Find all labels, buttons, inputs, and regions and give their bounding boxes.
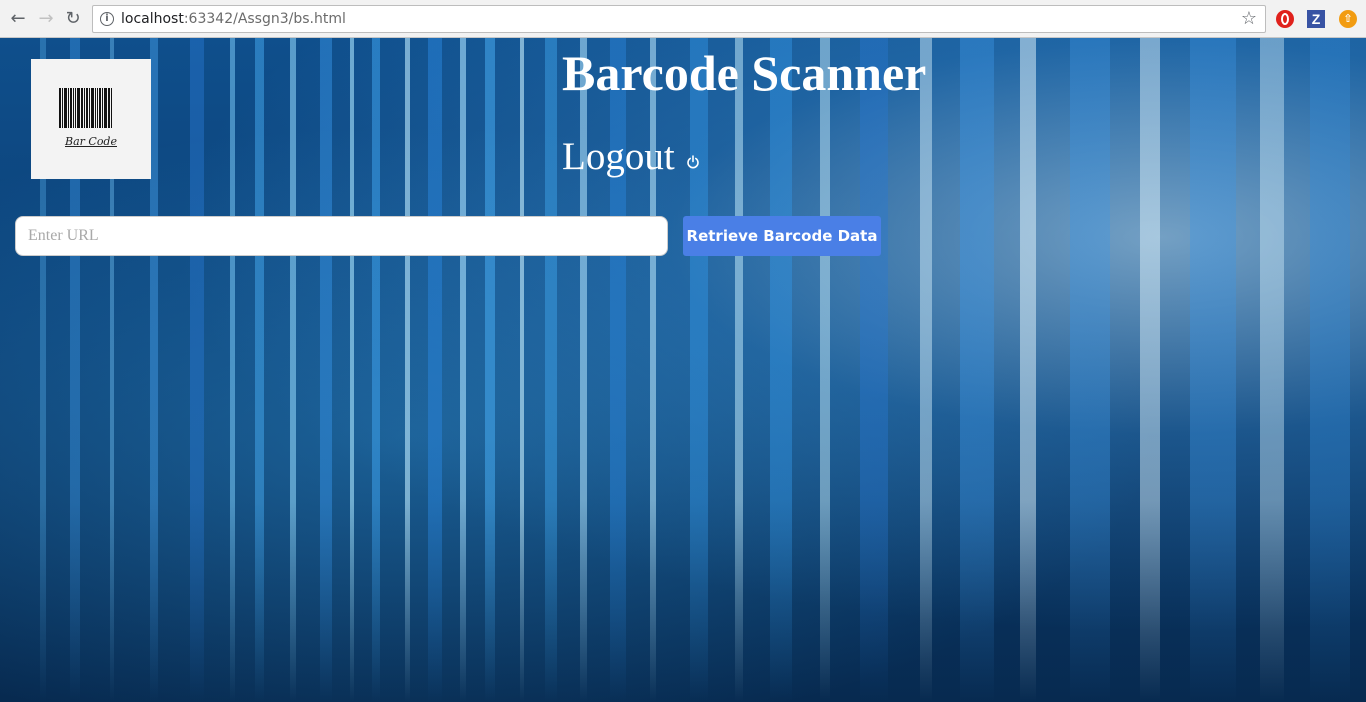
background-stripe [372,38,380,702]
background-stripe [428,38,442,702]
logo-bar [111,88,112,128]
logo-bar [62,88,63,128]
logo-bar [102,88,103,128]
logo-bar [75,88,76,128]
background-stripe [960,38,994,702]
z-extension-icon[interactable]: Z [1307,10,1325,28]
background-stripe [290,38,296,702]
background-stripe [770,38,792,702]
background-stripe [520,38,524,702]
page-body: Bar Code Barcode Scanner Logout Retrieve… [0,38,1366,702]
barcode-background-image [0,38,1366,702]
background-stripe [190,38,204,702]
logo-bar [64,88,67,128]
url-input[interactable] [15,216,668,256]
background-stripe [860,38,888,702]
address-bar[interactable]: i localhost:63342/Assgn3/bs.html ☆ [92,5,1266,33]
barcode-logo-bars [59,88,123,128]
background-stripe [920,38,932,702]
logo-bar [97,88,98,128]
bookmark-star-icon[interactable]: ☆ [1241,8,1257,29]
upload-extension-icon[interactable]: ⇧ [1339,10,1357,28]
opera-extension-icon[interactable] [1276,10,1294,28]
background-stripe [545,38,557,702]
logo-bar [68,88,69,128]
background-stripe [690,38,708,702]
page-title: Barcode Scanner [562,45,927,101]
logo-bar [104,88,107,128]
background-stripe [1310,38,1350,702]
background-stripe [150,38,158,702]
background-stripe [485,38,495,702]
background-stripe [1070,38,1110,702]
url-path: :63342/Assgn3/bs.html [183,11,346,27]
background-stripe [405,38,410,702]
logo-bar [70,88,72,128]
background-stripe [1260,38,1284,702]
info-icon[interactable]: i [100,12,114,26]
background-stripe [1140,38,1160,702]
background-stripe [255,38,264,702]
logo-bar [81,88,83,128]
background-stripe [230,38,235,702]
logo-bar [84,88,85,128]
logo-bar [108,88,110,128]
background-stripe [320,38,332,702]
logo-caption: Bar Code [65,135,117,148]
barcode-logo: Bar Code [31,59,151,179]
logo-bar [73,88,74,128]
background-stripe [1190,38,1236,702]
retrieve-barcode-button[interactable]: Retrieve Barcode Data [683,216,881,256]
background-stripe [735,38,743,702]
url-host: localhost [121,11,184,27]
background-stripe [350,38,354,702]
logo-bar [95,88,96,128]
logo-bar [99,88,101,128]
reload-icon[interactable]: ↻ [63,9,83,29]
back-icon[interactable]: ← [8,9,28,29]
background-stripe [1020,38,1036,702]
forward-icon[interactable]: → [36,9,56,29]
browser-toolbar: ← → ↻ i localhost:63342/Assgn3/bs.html ☆… [0,0,1366,38]
logo-bar [59,88,61,128]
background-stripe [820,38,830,702]
logo-bar [77,88,80,128]
background-stripe [460,38,466,702]
address-url[interactable]: localhost:63342/Assgn3/bs.html [121,11,346,27]
logo-bar [89,88,90,128]
logo-bar [91,88,94,128]
logo-bar [86,88,88,128]
power-icon[interactable] [686,155,700,169]
logout-link[interactable]: Logout [562,134,675,179]
